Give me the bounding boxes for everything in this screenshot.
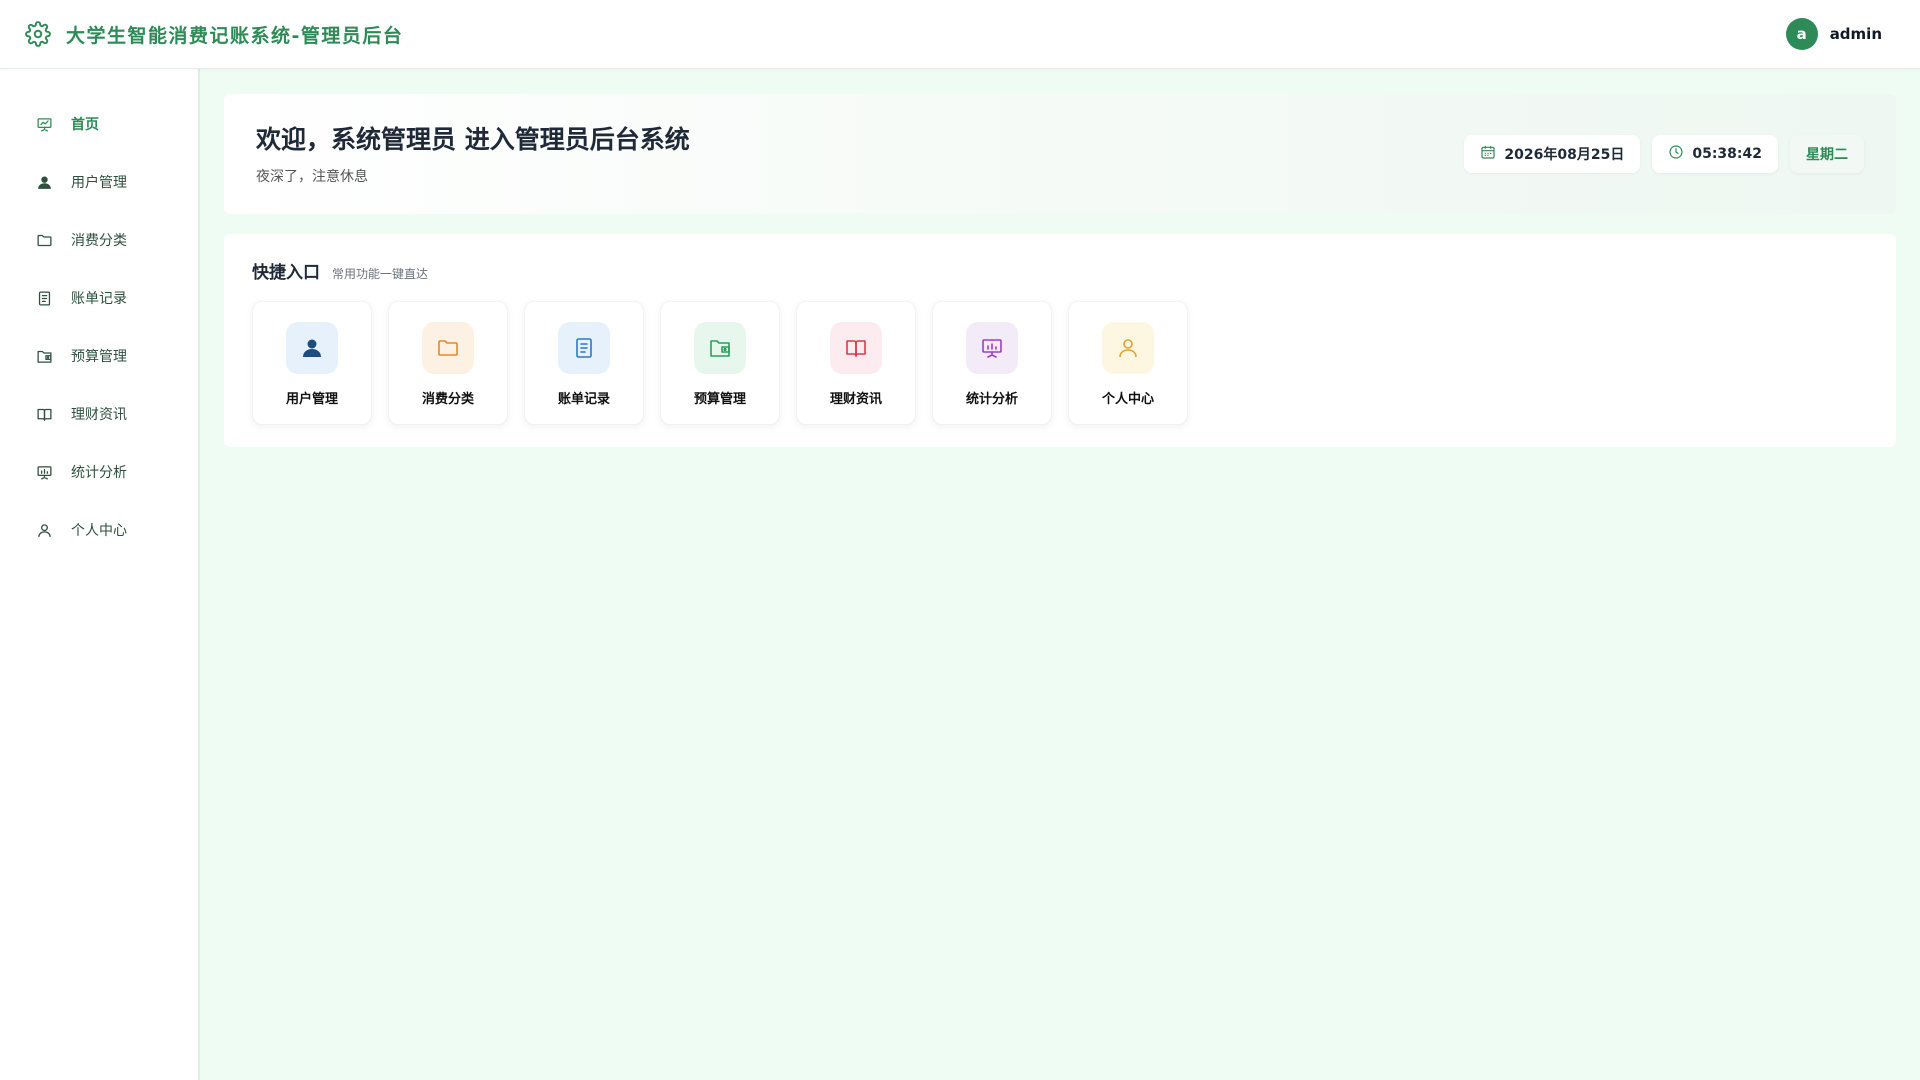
sidebar-item-categories[interactable]: 消费分类 <box>0 219 198 261</box>
sidebar: 首页 用户管理 消费分类 账单记录 预算管理 理财资讯 统计分析 个人中心 <box>0 69 200 1080</box>
date-text: 2026年08月25日 <box>1504 147 1625 163</box>
sidebar-item-label: 统计分析 <box>71 465 127 481</box>
quick-card-label: 账单记录 <box>557 392 610 407</box>
quick-access-cards: 用户管理 消费分类 账单记录 预算管理 理财资讯 统计分析 个人中心 <box>252 301 1868 425</box>
datetime-panel: 2026年08月25日 05:38:42 星期二 <box>1464 135 1864 173</box>
user-icon <box>35 173 53 191</box>
quick-card-label: 消费分类 <box>421 392 474 407</box>
clock-icon <box>1668 144 1684 164</box>
welcome-banner: 欢迎，系统管理员 进入管理员后台系统 夜深了，注意休息 2026年08月25日 … <box>224 94 1896 214</box>
sidebar-item-finance-news[interactable]: 理财资讯 <box>0 393 198 435</box>
folder-icon <box>35 231 53 249</box>
sidebar-item-label: 消费分类 <box>71 233 127 249</box>
sidebar-item-label: 个人中心 <box>71 523 127 539</box>
sidebar-item-bills[interactable]: 账单记录 <box>0 277 198 319</box>
main-content: 欢迎，系统管理员 进入管理员后台系统 夜深了，注意休息 2026年08月25日 … <box>224 94 1896 447</box>
app-title: 大学生智能消费记账系统-管理员后台 <box>66 24 404 47</box>
quick-access-header: 快捷入口 常用功能一键直达 <box>252 258 1868 283</box>
quick-card-bills[interactable]: 账单记录 <box>524 301 644 425</box>
time-chip: 05:38:42 <box>1652 135 1778 173</box>
sidebar-item-label: 用户管理 <box>71 175 127 191</box>
quick-card-label: 个人中心 <box>1101 392 1154 407</box>
user-menu[interactable]: a admin <box>1785 18 1896 50</box>
document-icon <box>558 322 610 374</box>
brand: 大学生智能消费记账系统-管理员后台 <box>24 20 403 48</box>
quick-card-categories[interactable]: 消费分类 <box>388 301 508 425</box>
quick-card-label: 预算管理 <box>693 392 746 407</box>
time-text: 05:38:42 <box>1692 146 1762 162</box>
person-outline-icon <box>35 521 53 539</box>
quick-card-finance-news[interactable]: 理财资讯 <box>796 301 916 425</box>
wallet-icon <box>694 322 746 374</box>
folder-icon <box>422 322 474 374</box>
weekday-text: 星期二 <box>1806 147 1848 163</box>
document-icon <box>35 289 53 307</box>
quick-card-label: 用户管理 <box>285 392 338 407</box>
sidebar-item-profile[interactable]: 个人中心 <box>0 509 198 551</box>
date-chip: 2026年08月25日 <box>1464 135 1641 173</box>
sidebar-item-label: 首页 <box>71 117 99 133</box>
quick-card-users[interactable]: 用户管理 <box>252 301 372 425</box>
book-icon <box>830 322 882 374</box>
sidebar-item-label: 理财资讯 <box>71 407 127 423</box>
user-icon <box>286 322 338 374</box>
presentation-chart-icon <box>966 322 1018 374</box>
book-icon <box>35 405 53 423</box>
wallet-icon <box>35 347 53 365</box>
sidebar-item-statistics[interactable]: 统计分析 <box>0 451 198 493</box>
calendar-icon <box>1480 144 1496 164</box>
quick-card-label: 统计分析 <box>965 392 1018 407</box>
presentation-chart-icon <box>35 463 53 481</box>
sidebar-item-label: 账单记录 <box>71 291 127 307</box>
quick-access-panel: 快捷入口 常用功能一键直达 用户管理 消费分类 账单记录 预算管理 理财资讯 统… <box>224 234 1896 447</box>
sidebar-item-budget[interactable]: 预算管理 <box>0 335 198 377</box>
sidebar-item-home[interactable]: 首页 <box>0 103 198 145</box>
quick-card-profile[interactable]: 个人中心 <box>1068 301 1188 425</box>
quick-access-title: 快捷入口 <box>252 263 320 283</box>
quick-card-budget[interactable]: 预算管理 <box>660 301 780 425</box>
quick-access-subtitle: 常用功能一键直达 <box>332 267 429 281</box>
presentation-chart-icon <box>35 115 53 133</box>
sidebar-item-label: 预算管理 <box>71 349 127 365</box>
person-outline-icon <box>1102 322 1154 374</box>
top-header: 大学生智能消费记账系统-管理员后台 a admin <box>0 0 1920 69</box>
gear-icon[interactable] <box>24 20 52 48</box>
avatar[interactable]: a <box>1785 18 1818 50</box>
quick-card-statistics[interactable]: 统计分析 <box>932 301 1052 425</box>
sidebar-item-users[interactable]: 用户管理 <box>0 161 198 203</box>
weekday-chip: 星期二 <box>1790 135 1864 173</box>
username[interactable]: admin <box>1830 25 1882 43</box>
quick-card-label: 理财资讯 <box>829 392 882 407</box>
